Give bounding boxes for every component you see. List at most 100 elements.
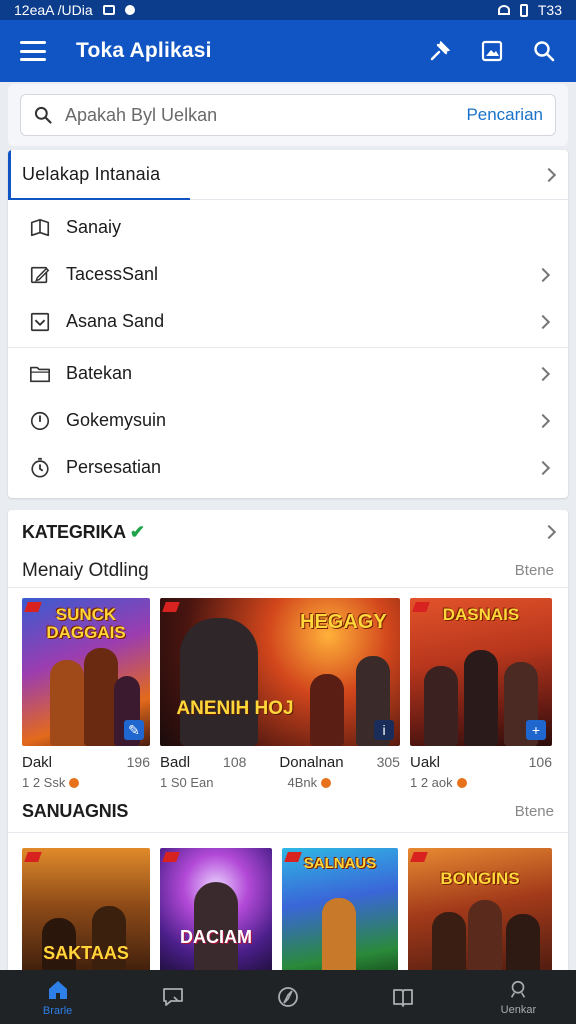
chevron-right-icon [535,314,551,329]
character-figure [310,674,344,746]
character-figure [92,906,126,978]
cover-title: DACIAM [180,927,252,947]
nav-messages[interactable] [115,970,230,1024]
game-cover-image: HEGAGY ANENIH HOJ i [160,598,400,746]
game-meta: 1 2 Ssk [22,775,66,790]
message-icon [162,988,183,1006]
game-count: 196 [126,754,150,770]
search-bar: Pencarian [8,84,568,146]
menu-item-sanaiy[interactable]: Sanaiy [8,204,568,251]
game-count: 108 [223,754,247,770]
compass-icon [278,987,298,1007]
ribbon-badge [162,602,180,612]
ribbon-badge [410,852,428,862]
game-count-2: 305 [376,754,400,770]
check-box-icon [28,310,52,334]
game-meta: 1 S0 Ean [160,775,214,790]
menu-card: Uelakap Intanaia Sanaiy TacessSanl Asana… [8,150,568,498]
character-figure [180,618,258,746]
character-figure [424,666,458,746]
game-tile[interactable]: SUNCK DAGGAIS ✎ Dakl 196 1 2 Ssk [22,598,150,790]
game-tile-row: SAKTAAS DACIAM SALNAUS BONGINS [22,848,552,978]
bottom-navigation: Brarle Uenkar [0,970,576,1024]
menu-header-title: Uelakap Intanaia [22,164,161,184]
game-tile[interactable]: SAKTAAS [22,848,150,978]
game-meta-2: 4Bnk [287,775,318,790]
character-figure [84,648,118,746]
game-tile[interactable]: BONGINS [408,848,552,978]
menu-item-label: Asana Sand [66,311,165,331]
menu-item-label: Persesatian [66,457,162,477]
coin-icon [456,777,467,788]
search-field-icon [34,106,52,124]
battery-icon [519,3,528,17]
cover-title: SUNCK DAGGAIS [46,605,126,642]
home-icon [48,980,67,999]
search-icon[interactable] [532,39,556,63]
game-meta: 1 2 aok [410,775,453,790]
divider [8,347,568,348]
see-more-link[interactable]: Btene [515,803,554,820]
pin-icon[interactable] [428,39,452,63]
info-corner-icon[interactable]: i [374,720,394,740]
menu-item-label: Sanaiy [66,217,122,237]
menu-item-label: TacessSanl [66,264,159,284]
character-figure [322,898,356,978]
app-title: Toka Aplikasi [76,39,212,62]
status-bar: 12eaA /UDia T33 [0,0,576,20]
game-tile[interactable]: SALNAUS [282,848,398,978]
nav-search[interactable]: Uenkar [461,970,576,1024]
category-title: KATEGRIKA [22,521,126,542]
character-figure [464,650,498,746]
game-name: Dakl [22,754,53,771]
game-tile[interactable]: DASNAIS + Uakl 106 1 2 aok [410,598,552,790]
game-tile[interactable]: DACIAM [160,848,272,978]
status-clock: T33 [537,2,562,18]
menu-item-label: Gokemysuin [66,410,167,430]
ribbon-badge [162,852,180,862]
edit-corner-icon[interactable]: ✎ [124,720,144,740]
app-bar: Toka Aplikasi [0,20,576,82]
gallery-icon[interactable] [480,39,504,63]
add-corner-icon[interactable]: + [526,720,546,740]
coin-icon [69,777,80,788]
cover-title: HEGAGY [300,611,387,633]
nav-explore[interactable] [230,970,345,1024]
folder-icon [28,362,52,386]
nav-label: Uenkar [500,1003,537,1016]
hamburger-menu-icon[interactable] [20,41,46,61]
menu-item-tacesssanl[interactable]: TacessSanl [8,251,568,298]
game-name: Uakl [410,754,441,771]
subsection-title: Menaiy Otdling [22,559,149,581]
nav-home[interactable]: Brarle [0,970,115,1024]
book-icon [28,216,52,240]
category-header[interactable]: KATEGRIKA ✔ [8,510,568,554]
section-title: SANUAGNIS [22,800,129,821]
menu-item-persesatian[interactable]: Persesatian [8,444,568,491]
search-input[interactable] [65,104,467,126]
cover-title: SALNAUS [303,855,377,872]
menu-item-gokemysuin[interactable]: Gokemysuin [8,397,568,444]
menu-header[interactable]: Uelakap Intanaia [8,150,568,200]
search-button[interactable]: Pencarian [466,105,543,125]
section-header: SANUAGNIS Btene [22,798,554,824]
see-more-link[interactable]: Btene [515,562,554,579]
game-name: Badl [160,754,191,771]
game-cover-image: SAKTAAS [22,848,150,978]
ribbon-badge [24,852,42,862]
menu-item-asana-sand[interactable]: Asana Sand [8,298,568,345]
game-tile-row: SUNCK DAGGAIS ✎ Dakl 196 1 2 Ssk HEGAGY A… [22,598,552,790]
nav-library[interactable] [346,970,461,1024]
divider [8,832,568,833]
sync-notification-icon [124,5,135,15]
chevron-right-icon [535,413,551,428]
character-figure [468,900,502,978]
cover-title: DASNAIS [442,605,520,624]
status-time: 12eaA /UDia [14,2,93,18]
game-count: 106 [528,754,552,770]
menu-item-batekan[interactable]: Batekan [8,350,568,397]
game-cover-image: SUNCK DAGGAIS ✎ [22,598,150,746]
game-tile[interactable]: HEGAGY ANENIH HOJ i Badl 108 Donalnan 305 1… [160,598,400,790]
subsection-header: Menaiy Otdling Btene [8,554,568,588]
search-box: Pencarian [20,94,556,136]
